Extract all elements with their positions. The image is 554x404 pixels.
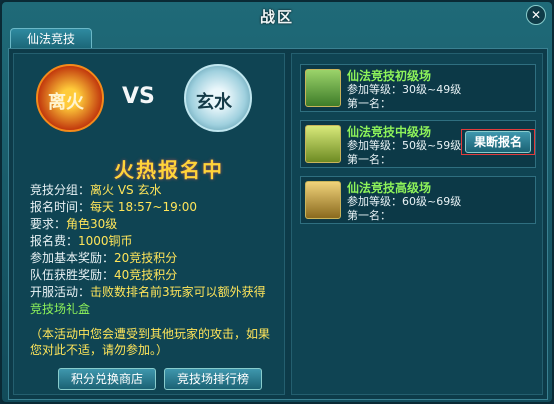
info-value: 角色30级 (66, 217, 118, 231)
content-panel: 离火 VS 玄水 火热报名中 竞技分组：离火 VS 玄水 报名时间：每天 18:… (8, 48, 548, 400)
info-value: 离火 VS 玄水 (90, 183, 162, 197)
arena-first-place: 第一名： (347, 97, 391, 110)
registration-headline: 火热报名中 (114, 158, 224, 182)
points-shop-button[interactable]: 积分兑换商店 (58, 368, 156, 390)
fire-emblem-text: 离火 (48, 92, 84, 113)
arena-first-place: 第一名： (347, 209, 391, 222)
window-title: 战区 (259, 8, 294, 26)
arena-item[interactable]: 仙法竞技中级场 参加等级：50级~59级 第一名： 果断报名 (300, 120, 536, 168)
left-panel: 离火 VS 玄水 火热报名中 竞技分组：离火 VS 玄水 报名时间：每天 18:… (13, 53, 285, 395)
extra-reward-link[interactable]: 竞技场礼盒 (30, 301, 280, 318)
info-row: 报名时间：每天 18:57~19:00 (30, 199, 280, 216)
info-label: 竞技分组： (30, 183, 91, 197)
info-label: 开服活动： (30, 285, 91, 299)
register-button[interactable]: 果断报名 (465, 131, 531, 153)
martial-fighter-icon (305, 181, 341, 219)
info-row: 开服活动：击败数排名前3玩家可以额外获得 (30, 284, 280, 301)
info-label: 要求： (30, 217, 67, 231)
martial-fighter-icon (305, 125, 341, 163)
martial-fighter-icon (305, 69, 341, 107)
info-value: 击败数排名前3玩家可以额外获得 (90, 285, 266, 299)
info-label: 队伍获胜奖励： (30, 268, 115, 282)
arena-item[interactable]: 仙法竞技初级场 参加等级：30级~49级 第一名： (300, 64, 536, 112)
arena-item[interactable]: 仙法竞技高级场 参加等级：60级~69级 第一名： (300, 176, 536, 224)
info-value: 20竞技积分 (114, 251, 178, 265)
info-row: 竞技分组：离火 VS 玄水 (30, 182, 280, 199)
close-icon[interactable]: ✕ (526, 5, 546, 25)
warning-note: （本活动中您会遭受到其他玩家的攻击，如果您对此不适，请勿参加。） (30, 327, 271, 357)
info-row: 要求：角色30级 (30, 216, 280, 233)
info-label: 报名时间： (30, 200, 91, 214)
tab-xianfa-jingji[interactable]: 仙法竞技 (10, 28, 92, 49)
info-label: 报名费： (30, 234, 79, 248)
info-value: 每天 18:57~19:00 (90, 200, 198, 214)
vs-text: VS (122, 84, 155, 109)
title-bar: 战区 ✕ (2, 2, 552, 28)
arena-window: 战区 ✕ 仙法竞技 离火 VS 玄水 火热报名中 竞技分组：离火 VS 玄水 报… (0, 0, 554, 404)
arena-list-panel: 仙法竞技初级场 参加等级：30级~49级 第一名： 仙法竞技中级场 参加等级：5… (291, 53, 543, 395)
info-row: 队伍获胜奖励：40竞技积分 (30, 267, 280, 284)
info-label: 参加基本奖励： (30, 251, 115, 265)
arena-first-place: 第一名： (347, 153, 391, 166)
leaderboard-button[interactable]: 竞技场排行榜 (164, 368, 262, 390)
info-row: 报名费：1000铜币 (30, 233, 280, 250)
info-value: 40竞技积分 (114, 268, 178, 282)
info-list: 竞技分组：离火 VS 玄水 报名时间：每天 18:57~19:00 要求：角色3… (30, 182, 280, 318)
info-row: 参加基本奖励：20竞技积分 (30, 250, 280, 267)
water-emblem-text: 玄水 (196, 92, 232, 113)
info-value: 1000铜币 (78, 234, 133, 248)
